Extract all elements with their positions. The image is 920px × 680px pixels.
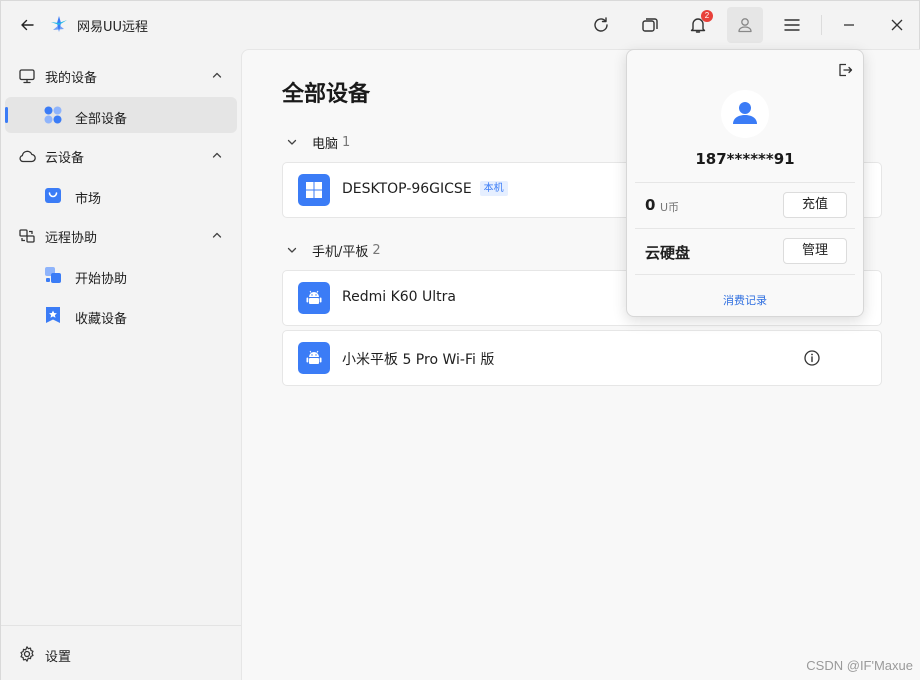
sidebar-group-remote-assist[interactable]: 远程协助 — [5, 217, 237, 253]
section-count: 2 — [372, 242, 381, 258]
manage-button[interactable]: 管理 — [783, 238, 847, 264]
cloud-disk-label: 云硬盘 — [645, 244, 691, 262]
sidebar-group-label: 远程协助 — [45, 231, 98, 246]
coin-unit: U币 — [660, 201, 680, 214]
section-count: 1 — [342, 134, 351, 150]
gear-icon — [20, 646, 34, 662]
sidebar-group-label: 我的设备 — [45, 71, 98, 86]
start-assist-icon — [45, 267, 61, 283]
sidebar-item-label: 开始协助 — [75, 272, 128, 287]
refresh-icon — [594, 17, 608, 32]
chevron-down-icon — [287, 139, 297, 145]
local-device-badge: 本机 — [479, 181, 508, 196]
settings-label: 设置 — [45, 650, 72, 665]
sidebar-item-label: 市场 — [75, 192, 102, 207]
account-popup: 187******91 0 U币 充值 云硬盘 管理 消费记录 — [626, 49, 864, 317]
android-icon — [306, 290, 322, 304]
sidebar-group-cloud-devices[interactable]: 云设备 — [5, 137, 237, 173]
chevron-up-icon — [212, 232, 222, 238]
chevron-up-icon — [212, 152, 222, 158]
section-header-mobile[interactable]: 手机/平板 2 — [286, 240, 381, 260]
close-icon — [891, 19, 903, 31]
shopping-bag-icon — [45, 188, 61, 203]
app-logo-icon — [51, 16, 67, 32]
device-name: DESKTOP-96GICSE — [342, 181, 472, 197]
device-name-row: DESKTOP-96GICSE 本机 — [342, 181, 508, 197]
section-label: 电脑 — [312, 136, 339, 152]
minimize-icon — [844, 24, 854, 26]
avatar — [721, 90, 769, 138]
notifications-button[interactable]: 2 — [686, 10, 713, 37]
sidebar-item-label: 全部设备 — [75, 112, 128, 127]
section-header-computers[interactable]: 电脑 1 — [286, 132, 350, 152]
user-avatar-icon — [733, 102, 757, 124]
consumption-records-link[interactable]: 消费记录 — [627, 292, 863, 308]
notification-badge: 2 — [701, 10, 713, 22]
device-name: 小米平板 5 Pro Wi-Fi 版 — [342, 352, 495, 368]
cloud-icon — [19, 150, 36, 163]
popup-divider — [635, 182, 855, 183]
app-window: 网易UU远程 2 我的设备 全部设备 云设备 市场 远程协助 开始协助 收藏设备… — [0, 0, 920, 680]
titlebar-separator — [821, 15, 822, 35]
main-menu-button[interactable] — [780, 13, 804, 37]
sidebar-item-all-devices[interactable]: 全部设备 — [5, 97, 237, 133]
chevron-up-icon — [212, 72, 222, 78]
devices-grid-icon — [44, 106, 62, 124]
recharge-button[interactable]: 充值 — [783, 192, 847, 218]
sidebar-item-market[interactable]: 市场 — [5, 177, 237, 213]
coin-balance: 0 — [645, 196, 656, 214]
sidebar-item-label: 收藏设备 — [75, 312, 128, 327]
info-icon[interactable] — [803, 349, 821, 367]
back-button[interactable] — [15, 13, 39, 37]
back-icon — [21, 19, 34, 31]
windows-icon — [642, 18, 658, 32]
active-indicator — [5, 107, 8, 123]
device-icon — [298, 282, 330, 314]
android-icon — [306, 350, 322, 364]
remote-assist-icon — [19, 229, 35, 243]
watermark: CSDN @IF'Maxue — [806, 658, 913, 673]
popup-divider — [635, 228, 855, 229]
settings-button[interactable]: 设置 — [5, 635, 237, 671]
username: 187******91 — [695, 150, 795, 168]
title-bar: 网易UU远程 2 — [1, 1, 920, 49]
menu-icon — [784, 19, 800, 31]
monitor-icon — [19, 69, 35, 84]
sidebar: 我的设备 全部设备 云设备 市场 远程协助 开始协助 收藏设备 设置 — [1, 49, 241, 680]
device-icon — [298, 342, 330, 374]
device-icon — [298, 174, 330, 206]
section-label: 手机/平板 — [312, 244, 369, 260]
page-title: 全部设备 — [282, 82, 371, 107]
close-button[interactable] — [885, 13, 909, 37]
windows-logo-icon — [306, 182, 322, 198]
sidebar-group-label: 云设备 — [45, 151, 85, 166]
favorite-star-icon — [46, 307, 60, 323]
device-card[interactable]: 小米平板 5 Pro Wi-Fi 版 — [282, 330, 882, 386]
account-button[interactable] — [727, 7, 763, 43]
chevron-down-icon — [287, 247, 297, 253]
minimize-button[interactable] — [837, 13, 861, 37]
popup-divider — [635, 274, 855, 275]
logout-icon[interactable] — [837, 62, 853, 78]
sidebar-item-start-assist[interactable]: 开始协助 — [5, 257, 237, 293]
app-title: 网易UU远程 — [77, 20, 149, 35]
refresh-button[interactable] — [589, 13, 613, 37]
user-icon — [738, 18, 752, 33]
sidebar-item-favorite-devices[interactable]: 收藏设备 — [5, 297, 237, 333]
sidebar-divider — [1, 625, 241, 626]
device-name: Redmi K60 Ultra — [342, 289, 456, 305]
sidebar-group-my-devices[interactable]: 我的设备 — [5, 57, 237, 93]
windows-button[interactable] — [638, 13, 662, 37]
